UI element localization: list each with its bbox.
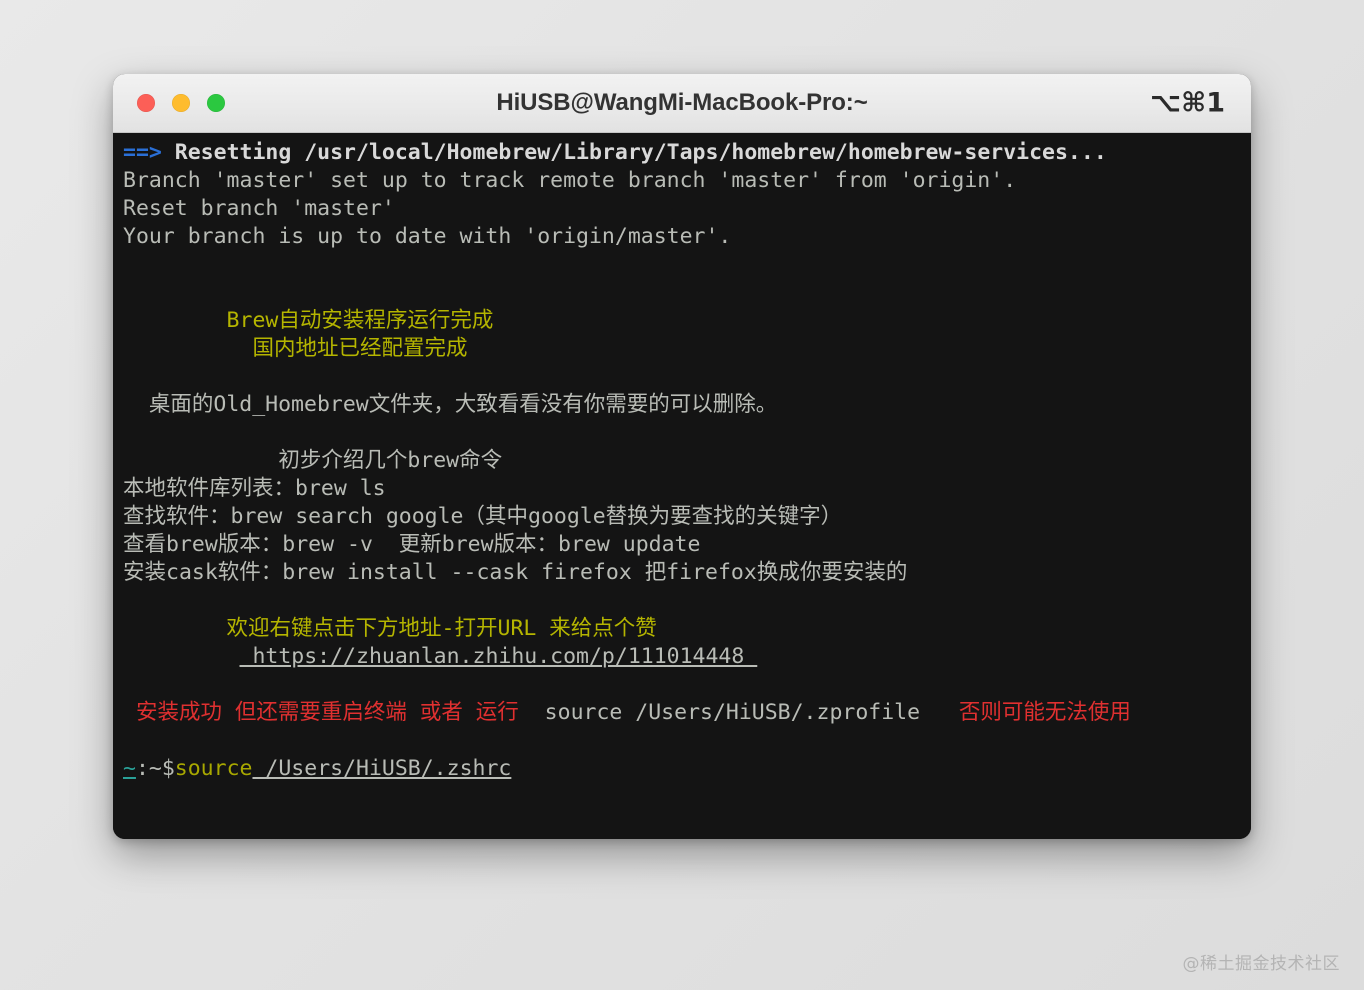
arrow-prefix-icon: ==> [123,140,162,165]
prompt-host-segment: ~ [123,756,136,781]
terminal-line-branch-track: Branch 'master' set up to track remote b… [123,168,1017,193]
terminal-line-cmd-list: 本地软件库列表：brew ls [123,476,386,501]
zhihu-article-link[interactable]: https://zhuanlan.zhihu.com/p/111014448 [240,644,758,669]
source-zprofile-command: source /Users/HiUSB/.zprofile [531,700,946,725]
terminal-line-old-homebrew-note: 桌面的Old_Homebrew文件夹，大致看看没有你需要的可以删除。 [123,392,778,417]
watermark-label: @稀土掘金技术社区 [1182,954,1340,974]
window-titlebar[interactable]: HiUSB@WangMi-MacBook-Pro:~ ⌥⌘1 [113,74,1251,133]
prompt-command-keyword: source [174,756,253,781]
terminal-line-commands-heading: 初步介绍几个brew命令 [123,448,503,473]
terminal-line-reset-branch: Reset branch 'master' [123,196,395,221]
terminal-prompt-line[interactable]: ~:~$source /Users/HiUSB/.zshrc [113,755,1251,783]
warning-text-leading: 安装成功 但还需要重启终端 或者 运行 [123,700,532,725]
prompt-command-argument: /Users/HiUSB/.zshrc [252,756,512,781]
terminal-output-area[interactable]: ==> Resetting /usr/local/Homebrew/Librar… [113,133,1251,839]
terminal-line-resetting-text: Resetting /usr/local/Homebrew/Library/Ta… [161,140,1107,165]
terminal-window: HiUSB@WangMi-MacBook-Pro:~ ⌥⌘1 ==> Reset… [113,74,1251,839]
terminal-line-like-invitation: 欢迎右键点击下方地址-打开URL 来给点个赞 [123,616,657,641]
keyboard-shortcut-badge: ⌥⌘1 [1150,87,1225,119]
url-indent [123,644,240,669]
warning-text-trailing: 否则可能无法使用 [945,700,1131,725]
terminal-line-cmd-search: 查找软件：brew search google（其中google替换为要查找的关… [123,504,843,529]
terminal-line-brew-install-done: Brew自动安装程序运行完成 [123,308,494,333]
prompt-separator: :~$ [135,756,175,781]
window-title: HiUSB@WangMi-MacBook-Pro:~ [496,89,868,116]
terminal-line-cmd-cask-install: 安装cask软件：brew install --cask firefox 把fi… [123,560,908,585]
terminal-line-restart-warning: 安装成功 但还需要重启终端 或者 运行 source /Users/HiUSB/… [113,699,1251,727]
terminal-line-mirror-configured: 国内地址已经配置完成 [123,336,468,361]
terminal-line-url: https://zhuanlan.zhihu.com/p/111014448 [113,643,1251,671]
terminal-line-up-to-date: Your branch is up to date with 'origin/m… [123,224,732,249]
terminal-line-resetting: ==> Resetting /usr/local/Homebrew/Librar… [113,139,1251,167]
terminal-line-cmd-version: 查看brew版本：brew -v 更新brew版本：brew update [123,532,701,557]
